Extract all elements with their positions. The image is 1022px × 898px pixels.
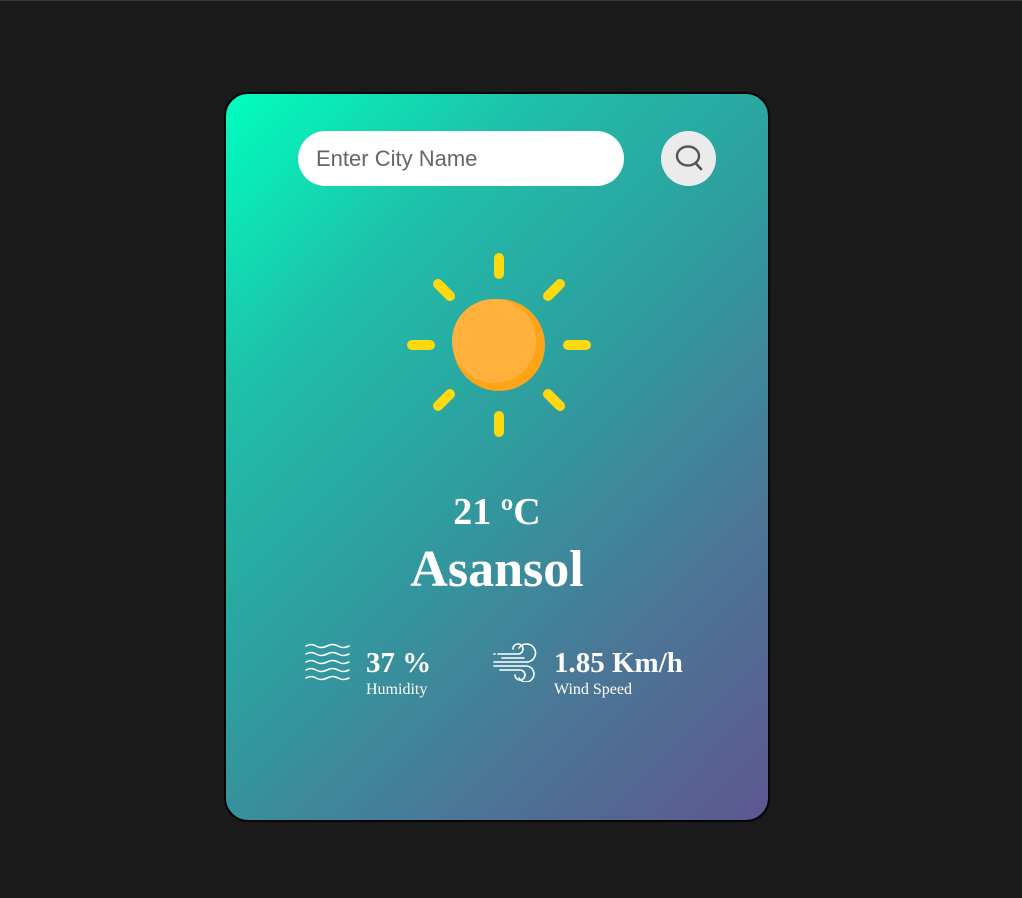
humidity-label: Humidity (366, 681, 428, 698)
humidity-value: 37 % (366, 647, 432, 679)
wind-speed-label: Wind Speed (554, 681, 633, 698)
temperature: 21 ºC (453, 491, 541, 533)
search-button[interactable] (661, 131, 716, 186)
weather-card: 21 ºC Asansol 37 % Humidity (224, 92, 770, 822)
window-top-border (0, 0, 1022, 1)
humidity-detail: 37 % Humidity (304, 642, 431, 700)
wind-speed-value: 1.85 Km/h (554, 647, 683, 679)
city-name: Asansol (410, 541, 584, 598)
wind-icon (493, 643, 537, 682)
city-search-input[interactable] (298, 131, 624, 186)
search-icon (675, 144, 702, 170)
humidity-icon (305, 643, 350, 681)
wind-detail: 1.85 Km/h Wind Speed (492, 642, 683, 700)
sun-icon (407, 253, 591, 437)
